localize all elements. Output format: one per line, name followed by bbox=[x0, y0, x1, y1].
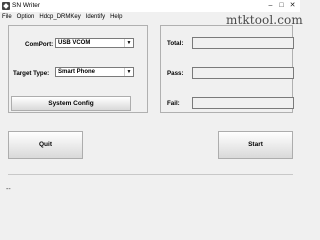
menu-hdcp-drmkey[interactable]: Hdcp_DRMKey bbox=[37, 12, 83, 22]
pass-field bbox=[192, 67, 294, 79]
menu-identify[interactable]: Identify bbox=[84, 12, 108, 22]
total-field bbox=[192, 37, 294, 49]
close-button[interactable]: ✕ bbox=[287, 0, 298, 12]
comport-label: ComPort: bbox=[25, 41, 54, 48]
comport-value: USB VCOM bbox=[58, 40, 91, 46]
chevron-down-icon: ▼ bbox=[124, 68, 133, 76]
app-icon bbox=[2, 2, 10, 10]
target-type-label: Target Type: bbox=[13, 70, 50, 77]
system-config-button[interactable]: System Config bbox=[11, 96, 131, 111]
fail-label: Fail: bbox=[167, 100, 180, 107]
menu-help[interactable]: Help bbox=[108, 12, 125, 22]
title-bar: SN Writer – □ ✕ bbox=[0, 0, 300, 12]
window-title: SN Writer bbox=[12, 2, 41, 9]
target-type-value: Smart Phone bbox=[58, 69, 96, 75]
progress-divider bbox=[8, 174, 293, 175]
minimize-button[interactable]: – bbox=[265, 0, 276, 12]
target-type-select[interactable]: Smart Phone ▼ bbox=[55, 67, 134, 77]
fail-field bbox=[192, 97, 294, 109]
menu-file[interactable]: File bbox=[0, 12, 15, 22]
config-panel: ComPort: USB VCOM ▼ Target Type: Smart P… bbox=[8, 25, 148, 113]
total-label: Total: bbox=[167, 40, 184, 47]
chevron-down-icon: ▼ bbox=[124, 39, 133, 47]
maximize-button[interactable]: □ bbox=[276, 0, 287, 12]
menu-option[interactable]: Option bbox=[15, 12, 38, 22]
quit-button[interactable]: Quit bbox=[8, 131, 83, 159]
start-button[interactable]: Start bbox=[218, 131, 293, 159]
status-text: -- bbox=[6, 186, 11, 193]
pass-label: Pass: bbox=[167, 70, 184, 77]
comport-select[interactable]: USB VCOM ▼ bbox=[55, 38, 134, 48]
stats-panel: Total: Pass: Fail: bbox=[160, 25, 294, 113]
